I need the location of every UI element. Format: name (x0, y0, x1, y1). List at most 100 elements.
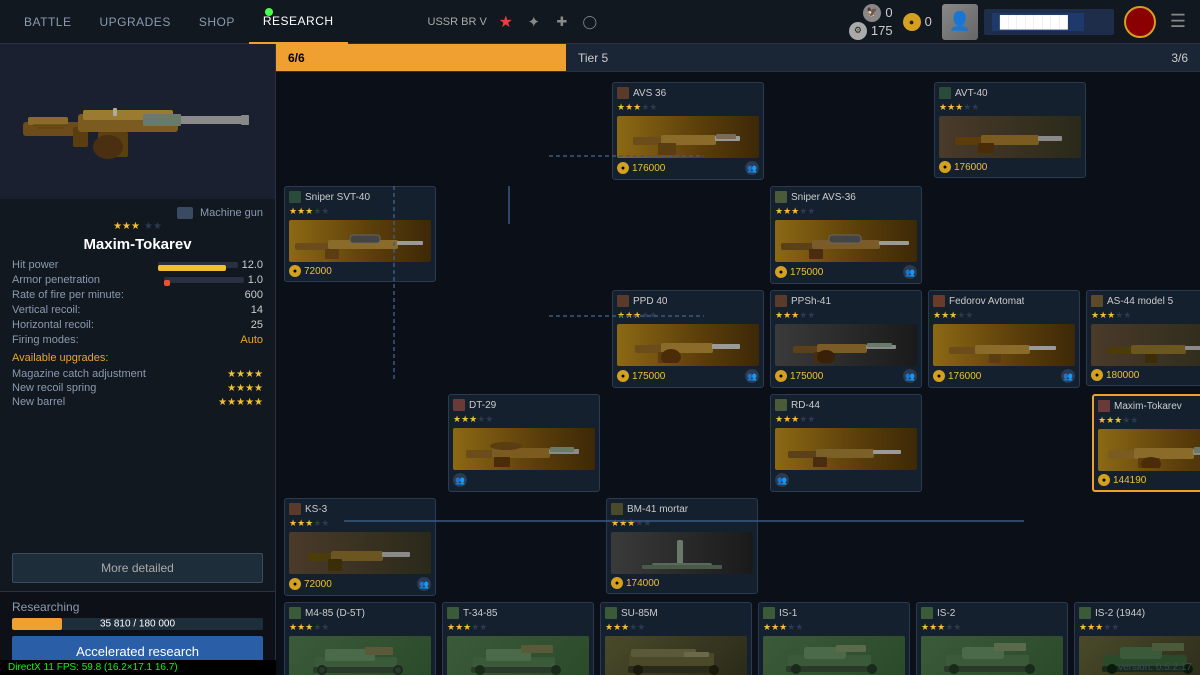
card-name-is2-1944: IS-2 (1944) (1095, 608, 1145, 619)
crew-icon-5: 👥 (1061, 369, 1075, 383)
card-img-is2 (921, 636, 1063, 675)
type-icon-maxim (1098, 400, 1110, 412)
card-img-dt29 (453, 428, 595, 470)
card-stars-ppsh41: ★★★★★ (775, 310, 917, 321)
card-img-rd44 (775, 428, 917, 470)
card-cost-avt40: ● 176000 (939, 161, 987, 173)
battle-label: BATTLE (24, 15, 71, 29)
card-avs36[interactable]: AVS 36 ★★★★★ ● (612, 82, 764, 180)
card-stars-is2: ★★★★★ (921, 622, 1063, 633)
card-img-bm41 (611, 532, 753, 574)
card-img-avt40 (939, 116, 1081, 158)
card-name-su85m: SU-85M (621, 608, 658, 619)
card-stars-avt40: ★★★★★ (939, 102, 1081, 113)
tier-left-progress: 6/6 (276, 44, 566, 71)
type-icon-ppd (617, 295, 629, 307)
card-bm41[interactable]: BM-41 mortar ★★★★★ ● 174000 (606, 498, 758, 594)
gold-value: 0 (925, 14, 932, 29)
stat-battle-rating: Hit power 12.0 (12, 259, 263, 271)
card-ppd40[interactable]: PPD 40 ★★★★★ ● (612, 290, 764, 388)
type-icon-fedorov (933, 295, 945, 307)
type-icon-tank-is1 (763, 607, 775, 619)
card-sniper-avs36[interactable]: Sniper AVS-36 ★★★★★ (770, 186, 922, 284)
nav-battle[interactable]: BATTLE (10, 0, 85, 44)
gold-icon: ● (903, 13, 921, 31)
shop-label: SHOP (199, 15, 235, 29)
cost-silver-icon: ● (933, 370, 945, 382)
card-dt29[interactable]: DT-29 ★★★★★ 👥 (448, 394, 600, 492)
card-cost-as44m5: ● 180000 (1091, 369, 1139, 381)
research-panel[interactable]: 6/6 Tier 5 3/6 (276, 44, 1200, 675)
card-img-is1 (763, 636, 905, 675)
card-stars-maxim: ★★★★★ (1098, 415, 1200, 426)
card-footer-ppd40: ● 175000 👥 (617, 369, 759, 383)
nav-research[interactable]: RESEARCH (249, 0, 348, 44)
stat-armor-pen: Armor penetration 1.0 (12, 274, 263, 286)
card-header-t3485: T-34-85 (447, 607, 589, 619)
menu-icon[interactable]: ☰ (1166, 11, 1190, 32)
card-name-as44m5: AS-44 model 5 (1107, 296, 1173, 307)
card-ks3[interactable]: KS-3 ★★★★★ ● 72000 (284, 498, 436, 596)
tier-center-label: Tier 5 (566, 44, 900, 71)
card-header-is2-1944: IS-2 (1944) (1079, 607, 1200, 619)
weapon-info: Machine gun ★★★★★ Maxim-Tokarev Hit powe… (0, 199, 275, 553)
card-header-is2: IS-2 (921, 607, 1063, 619)
card-name-sniper-avs36: Sniper AVS-36 (791, 192, 856, 203)
card-name-ppd40: PPD 40 (633, 296, 667, 307)
card-name-ks3: KS-3 (305, 504, 327, 515)
card-is2[interactable]: IS-2 ★★★★★ (916, 602, 1068, 675)
nation-japan[interactable]: ◯ (579, 11, 601, 33)
card-img-su85m (605, 636, 747, 675)
card-maxim-tokarev[interactable]: Maxim-Tokarev ★★★★★ (1092, 394, 1200, 492)
username-box[interactable]: ████████ (984, 9, 1114, 35)
star-icon: ★ (499, 12, 513, 32)
card-name-avs36: AVS 36 (633, 88, 666, 99)
card-cost-svt40: ● 72000 (289, 265, 332, 277)
card-cost-maxim: ● 144190 (1098, 474, 1146, 486)
card-fedorov[interactable]: Fedorov Avtomat ★★★★★ ● (928, 290, 1080, 388)
card-footer-bm41: ● 174000 (611, 577, 753, 589)
nation-icons: ★ ✦ ✚ ◯ (495, 11, 601, 33)
card-rd44[interactable]: RD-44 ★★★★★ 👥 (770, 394, 922, 492)
card-footer-rd44: 👥 (775, 473, 917, 487)
card-footer-sniper-avs36: ● 175000 👥 (775, 265, 917, 279)
card-header-svt40: Sniper SVT-40 (289, 191, 431, 203)
card-name-dt29: DT-29 (469, 400, 496, 411)
nation-usa[interactable]: ✚ (551, 11, 573, 33)
card-avt40[interactable]: AVT-40 ★★★★★ ● 1760 (934, 82, 1086, 178)
card-name-rd44: RD-44 (791, 400, 820, 411)
nation-ussr[interactable]: ★ (495, 11, 517, 33)
card-name-maxim: Maxim-Tokarev (1114, 401, 1182, 412)
more-detail-button[interactable]: More detailed (12, 553, 263, 583)
type-icon-tank-is2 (921, 607, 933, 619)
card-img-t3485 (447, 636, 589, 675)
card-stars-fedorov: ★★★★★ (933, 310, 1075, 321)
tier-header: 6/6 Tier 5 3/6 (276, 44, 1200, 72)
card-m485[interactable]: M4-85 (D-5T) ★★★★★ (284, 602, 436, 675)
card-is1[interactable]: IS-1 ★★★★★ (758, 602, 910, 675)
nation-germany[interactable]: ✦ (523, 11, 545, 33)
type-icon-as44 (1091, 295, 1103, 307)
card-name-fedorov: Fedorov Avtomat (949, 296, 1024, 307)
researching-label: Researching (12, 600, 263, 614)
card-stars-bm41: ★★★★★ (611, 518, 753, 529)
research-nodes-container: AVS 36 ★★★★★ ● (276, 72, 1200, 675)
weapon-image (23, 72, 253, 172)
cost-silver-icon: ● (611, 577, 623, 589)
research-progress-text: 35 810 / 180 000 (100, 619, 175, 630)
card-su85m[interactable]: SU-85M ★★★★★ (600, 602, 752, 675)
card-name-m485: M4-85 (D-5T) (305, 608, 365, 619)
card-name-t3485: T-34-85 (463, 608, 497, 619)
cost-silver-icon: ● (289, 578, 301, 590)
card-img-m485 (289, 636, 431, 675)
card-header-rd44: RD-44 (775, 399, 917, 411)
card-ppsh41[interactable]: PPSh-41 ★★★★★ (770, 290, 922, 388)
card-t3485[interactable]: T-34-85 ★★★★★ (442, 602, 594, 675)
nav-shop[interactable]: SHOP (185, 0, 249, 44)
cost-silver-icon: ● (289, 265, 301, 277)
nav-upgrades[interactable]: UPGRADES (85, 0, 184, 44)
card-as44m5[interactable]: AS-44 model 5 ★★★★★ ● (1086, 290, 1200, 386)
card-svt40[interactable]: Sniper SVT-40 ★★★★★ (284, 186, 436, 282)
card-footer-ppsh41: ● 175000 👥 (775, 369, 917, 383)
avatar: 👤 (942, 4, 978, 40)
